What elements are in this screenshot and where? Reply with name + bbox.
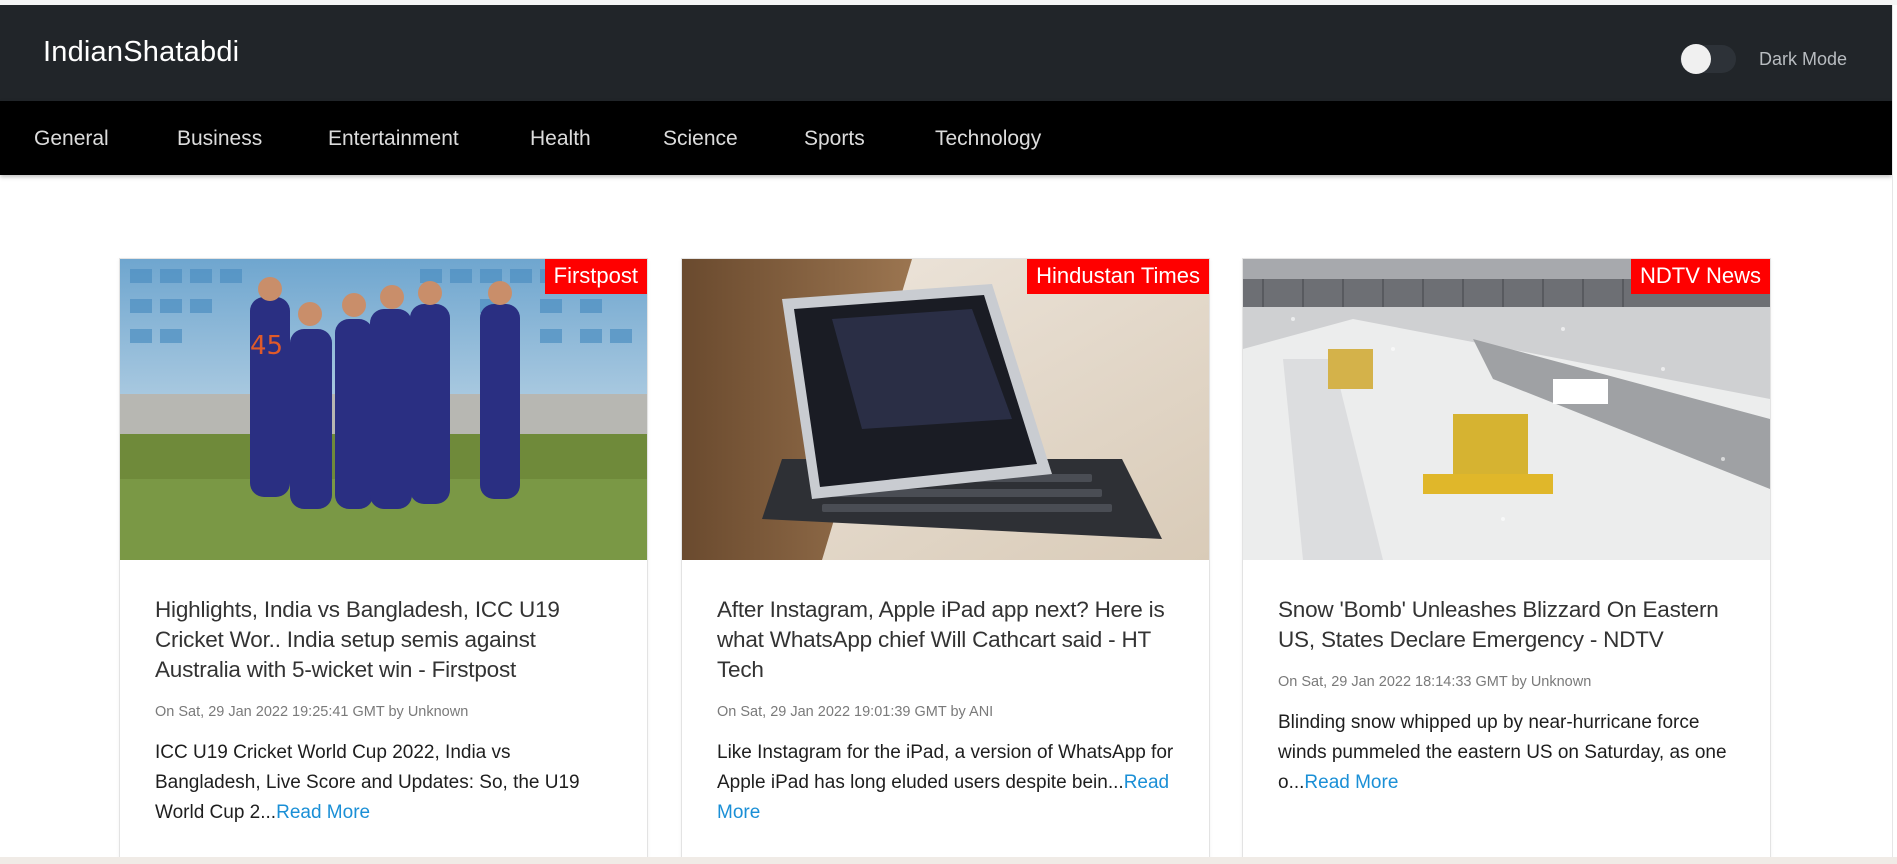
source-badge[interactable]: Firstpost [544, 259, 647, 294]
nav-item-health[interactable]: Health [530, 127, 591, 151]
news-card: 45 Firstpost Highlights, India vs Bangla… [119, 258, 648, 858]
toggle-knob [1681, 44, 1711, 74]
window-bottom-strip [0, 857, 1897, 864]
article-description: ICC U19 Cricket World Cup 2022, India vs… [155, 738, 620, 828]
article-meta: On Sat, 29 Jan 2022 19:25:41 GMT by Unkn… [155, 704, 469, 720]
category-navbar: General Business Entertainment Health Sc… [0, 101, 1892, 175]
ipad-keyboard-image[interactable] [682, 259, 1209, 560]
article-title[interactable]: Highlights, India vs Bangladesh, ICC U19… [155, 595, 620, 685]
article-description: Like Instagram for the iPad, a version o… [717, 738, 1182, 828]
dark-mode-label: Dark Mode [1759, 49, 1848, 69]
description-text: Like Instagram for the iPad, a version o… [717, 742, 1174, 793]
scrollbar-edge [1892, 5, 1897, 864]
nav-item-general[interactable]: General [34, 127, 109, 151]
nav-item-sports[interactable]: Sports [804, 127, 865, 151]
article-title[interactable]: After Instagram, Apple iPad app next? He… [717, 595, 1182, 685]
dark-mode-toggle[interactable] [1680, 44, 1736, 74]
svg-text:45: 45 [250, 331, 283, 361]
news-card: Hindustan Times After Instagram, Apple i… [681, 258, 1210, 858]
article-meta: On Sat, 29 Jan 2022 18:14:33 GMT by Unkn… [1278, 674, 1592, 690]
nav-item-technology[interactable]: Technology [935, 127, 1041, 151]
snow-plow-image[interactable] [1243, 259, 1770, 560]
nav-item-entertainment[interactable]: Entertainment [328, 127, 459, 151]
card-body: After Instagram, Apple iPad app next? He… [717, 595, 1182, 828]
card-body: Highlights, India vs Bangladesh, ICC U19… [155, 595, 620, 828]
card-body: Snow 'Bomb' Unleashes Blizzard On Easter… [1278, 595, 1743, 798]
nav-item-business[interactable]: Business [177, 127, 262, 151]
news-card: NDTV News Snow 'Bomb' Unleashes Blizzard… [1242, 258, 1771, 858]
nav-item-science[interactable]: Science [663, 127, 738, 151]
source-badge[interactable]: NDTV News [1630, 259, 1770, 294]
cricket-team-image[interactable]: 45 [120, 259, 647, 560]
site-brand[interactable]: IndianShatabdi [43, 36, 239, 69]
article-description: Blinding snow whipped up by near-hurrica… [1278, 708, 1743, 798]
read-more-link[interactable]: Read More [1304, 772, 1398, 793]
source-badge[interactable]: Hindustan Times [1027, 259, 1209, 294]
read-more-link[interactable]: Read More [276, 802, 370, 823]
site-header: IndianShatabdi Dark Mode [0, 5, 1892, 101]
article-meta: On Sat, 29 Jan 2022 19:01:39 GMT by ANI [717, 704, 994, 720]
article-title[interactable]: Snow 'Bomb' Unleashes Blizzard On Easter… [1278, 595, 1743, 655]
